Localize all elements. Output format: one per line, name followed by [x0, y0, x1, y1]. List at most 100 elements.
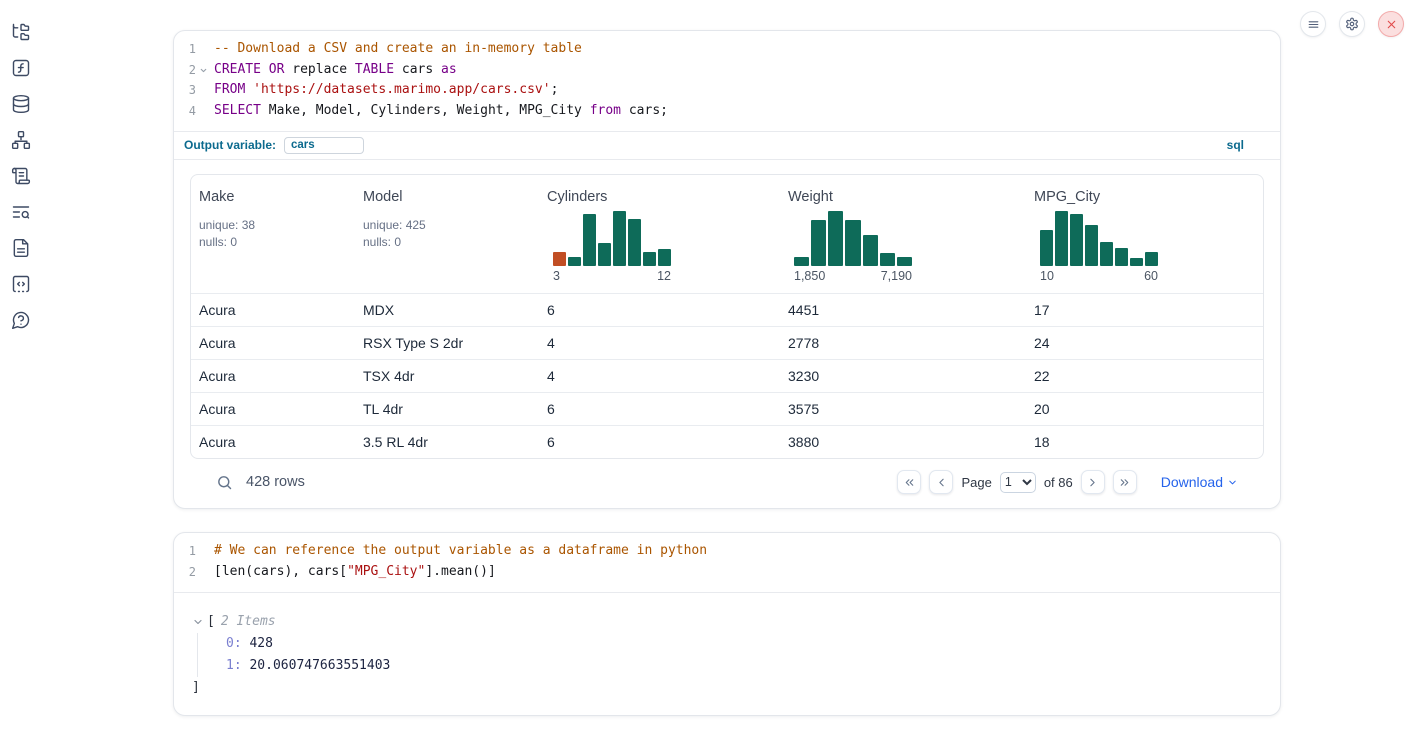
- hamburger-icon: [1307, 18, 1320, 31]
- tree-entries: 0: 4281: 20.060747663551403: [197, 633, 1280, 677]
- gear-icon: [1345, 17, 1359, 31]
- table-body: AcuraMDX6445117AcuraRSX Type S 2dr427782…: [191, 293, 1263, 458]
- table-footer: 428 rows Page 1 of 86: [206, 459, 1248, 508]
- table-cell: Acura: [191, 359, 355, 392]
- code-line: 2CREATE OR replace TABLE cars as: [174, 60, 1280, 81]
- table-cell: TL 4dr: [355, 392, 539, 425]
- chevron-right-icon: [1086, 476, 1099, 489]
- code-line: 1-- Download a CSV and create an in-memo…: [174, 39, 1280, 60]
- last-page-button[interactable]: [1113, 470, 1137, 494]
- scroll-logs-icon[interactable]: [11, 166, 31, 186]
- code-line: 1# We can reference the output variable …: [174, 541, 1280, 562]
- histogram-Weight: 1,8507,190: [794, 211, 912, 283]
- python-cell: 1# We can reference the output variable …: [173, 532, 1281, 715]
- chevrons-right-icon: [1118, 476, 1131, 489]
- chevron-down-icon: [1227, 477, 1238, 488]
- snippets-code-icon[interactable]: [11, 274, 31, 294]
- code-line: 4SELECT Make, Model, Cylinders, Weight, …: [174, 101, 1280, 122]
- shutdown-button[interactable]: [1378, 11, 1404, 37]
- table-cell: 4451: [780, 293, 1026, 326]
- table-row[interactable]: AcuraTL 4dr6357520: [191, 392, 1263, 425]
- row-count: 428 rows: [246, 474, 305, 490]
- tree-root-row: [ 2 Items: [192, 611, 1280, 633]
- table-row[interactable]: AcuraTSX 4dr4323022: [191, 359, 1263, 392]
- documentation-file-icon[interactable]: [11, 238, 31, 258]
- previous-page-button[interactable]: [929, 470, 953, 494]
- datasources-database-icon[interactable]: [11, 94, 31, 114]
- table-cell: MDX: [355, 293, 539, 326]
- tree-open-bracket: [: [207, 611, 215, 633]
- table-cell: 6: [539, 392, 780, 425]
- chevrons-left-icon: [903, 476, 916, 489]
- tree-entry: 1: 20.060747663551403: [226, 655, 1280, 677]
- pagination: Page 1 of 86 Download: [897, 470, 1238, 494]
- line-number: 1: [174, 39, 196, 60]
- sql-editor-footer: Output variable: sql: [174, 131, 1280, 159]
- table-cell: 2778: [780, 326, 1026, 359]
- table-cell: 6: [539, 425, 780, 458]
- table-cell: RSX Type S 2dr: [355, 326, 539, 359]
- table-cell: Acura: [191, 326, 355, 359]
- line-number: 2: [174, 562, 196, 583]
- language-badge[interactable]: sql: [1227, 138, 1244, 152]
- page-select[interactable]: 1: [1000, 472, 1036, 493]
- table-cell: 17: [1026, 293, 1263, 326]
- column-header-Weight[interactable]: Weight1,8507,190: [780, 175, 1026, 294]
- column-header-Cylinders[interactable]: Cylinders312: [539, 175, 780, 294]
- table-row[interactable]: AcuraMDX6445117: [191, 293, 1263, 326]
- next-page-button[interactable]: [1081, 470, 1105, 494]
- notebook-actions: [1300, 11, 1404, 37]
- settings-button[interactable]: [1339, 11, 1365, 37]
- table-cell: Acura: [191, 425, 355, 458]
- sql-code-editor[interactable]: 1-- Download a CSV and create an in-memo…: [174, 31, 1280, 131]
- line-number: 4: [174, 101, 196, 122]
- table-header-row: Makeunique: 38nulls: 0Modelunique: 425nu…: [191, 175, 1263, 294]
- column-header-MPG_City[interactable]: MPG_City1060: [1026, 175, 1263, 294]
- table-cell: 24: [1026, 326, 1263, 359]
- download-button[interactable]: Download: [1161, 474, 1238, 490]
- download-label: Download: [1161, 474, 1223, 490]
- python-code-editor[interactable]: 1# We can reference the output variable …: [174, 533, 1280, 591]
- table-cell: Acura: [191, 293, 355, 326]
- table-cell: 3575: [780, 392, 1026, 425]
- first-page-button[interactable]: [897, 470, 921, 494]
- column-header-Model[interactable]: Modelunique: 425nulls: 0: [355, 175, 539, 294]
- collapse-chevron-icon[interactable]: [192, 616, 204, 628]
- fold-chevron-icon[interactable]: [196, 60, 210, 81]
- output-variable-label: Output variable:: [184, 138, 276, 152]
- table-cell: 22: [1026, 359, 1263, 392]
- output-variable-input[interactable]: [284, 137, 364, 154]
- table-row[interactable]: AcuraRSX Type S 2dr4277824: [191, 326, 1263, 359]
- code-line: 2[len(cars), cars["MPG_City"].mean()]: [174, 562, 1280, 583]
- table-cell: 20: [1026, 392, 1263, 425]
- search-icon[interactable]: [216, 474, 233, 491]
- chevron-left-icon: [935, 476, 948, 489]
- table-cell: 18: [1026, 425, 1263, 458]
- column-stats: unique: 38nulls: 0: [199, 217, 347, 251]
- help-bubble-icon[interactable]: [11, 310, 31, 330]
- result-tree: [ 2 Items 0: 4281: 20.060747663551403 ]: [174, 593, 1280, 715]
- line-number: 3: [174, 80, 196, 101]
- code-line: 3FROM 'https://datasets.marimo.app/cars.…: [174, 80, 1280, 101]
- page-label: Page: [961, 475, 991, 490]
- table-cell: 6: [539, 293, 780, 326]
- sql-cell-output: Makeunique: 38nulls: 0Modelunique: 425nu…: [174, 159, 1280, 509]
- tree-close-bracket: ]: [192, 677, 1280, 699]
- column-stats: unique: 425nulls: 0: [363, 217, 531, 251]
- text-search-icon[interactable]: [11, 202, 31, 222]
- table-cell: Acura: [191, 392, 355, 425]
- table-row[interactable]: Acura3.5 RL 4dr6388018: [191, 425, 1263, 458]
- line-number: 2: [174, 60, 196, 81]
- function-square-icon[interactable]: [11, 58, 31, 78]
- menu-button[interactable]: [1300, 11, 1326, 37]
- column-header-Make[interactable]: Makeunique: 38nulls: 0: [191, 175, 355, 294]
- sql-cell: 1-- Download a CSV and create an in-memo…: [173, 30, 1281, 509]
- table-cell: 4: [539, 326, 780, 359]
- dependency-graph-icon[interactable]: [11, 130, 31, 150]
- table-cell: 3.5 RL 4dr: [355, 425, 539, 458]
- table-cell: 4: [539, 359, 780, 392]
- close-x-icon: [1385, 18, 1398, 31]
- dataframe-table: Makeunique: 38nulls: 0Modelunique: 425nu…: [190, 174, 1264, 460]
- file-tree-icon[interactable]: [11, 22, 31, 42]
- histogram-MPG_City: 1060: [1040, 211, 1158, 283]
